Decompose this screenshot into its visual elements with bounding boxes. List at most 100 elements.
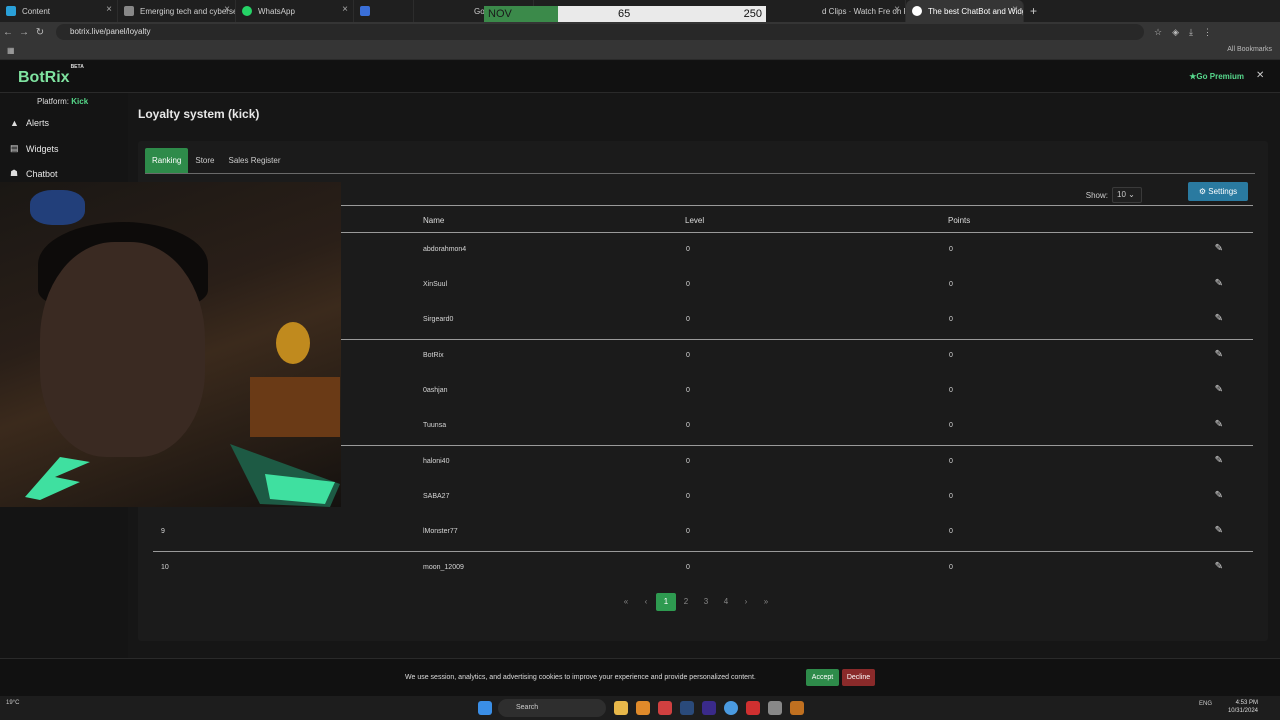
chrome-icon[interactable]: [724, 701, 738, 715]
apps-grid-icon[interactable]: ▦: [7, 46, 15, 55]
tab-label: WhatsApp: [258, 6, 295, 16]
webcam-overlay: [0, 182, 341, 507]
cell-level: 0: [686, 458, 690, 465]
star-icon[interactable]: ☆: [1154, 27, 1162, 38]
browser-tab[interactable]: [354, 0, 414, 22]
back-icon[interactable]: ←: [0, 27, 16, 38]
tab-favicon-icon: [124, 6, 134, 16]
reload-icon[interactable]: ↻: [32, 27, 48, 38]
page-title: Loyalty system (kick): [138, 107, 260, 121]
edit-icon[interactable]: ✎: [1215, 419, 1223, 430]
beta-badge: BETA: [70, 63, 84, 70]
close-icon[interactable]: ×: [224, 4, 230, 15]
edit-icon[interactable]: ✎: [1215, 490, 1223, 501]
page-button-1[interactable]: 1: [656, 593, 676, 611]
edit-icon[interactable]: ✎: [1215, 313, 1223, 324]
menu-icon[interactable]: ⋮: [1203, 27, 1212, 38]
background-object: [30, 190, 85, 225]
cell-name: XinSuul: [423, 281, 448, 288]
tab-label: Emerging tech and cybersecur: [140, 6, 235, 16]
tab-label: Content: [22, 6, 51, 16]
first-page-button[interactable]: «: [616, 593, 636, 611]
close-icon[interactable]: ×: [1012, 4, 1018, 15]
clock-date: 10/31/2024: [1227, 708, 1258, 714]
close-icon[interactable]: ×: [894, 4, 900, 15]
tab-ranking[interactable]: Ranking: [145, 148, 189, 173]
edit-icon[interactable]: ✎: [1215, 525, 1223, 536]
browser-tab-active[interactable]: The best ChatBot and Widgets×: [906, 0, 1024, 22]
decline-cookies-button[interactable]: Decline: [842, 669, 875, 686]
accept-cookies-button[interactable]: Accept: [806, 669, 839, 686]
page-size-select[interactable]: 10 ⌄: [1112, 187, 1142, 203]
app-icon[interactable]: [768, 701, 782, 715]
edit-icon[interactable]: ✎: [1215, 561, 1223, 572]
stream-overlay-bar: NOV 65 250: [484, 6, 766, 22]
browser-tab[interactable]: WhatsApp ×: [236, 0, 354, 22]
app-icon[interactable]: [636, 701, 650, 715]
prev-page-button[interactable]: ‹: [636, 593, 656, 611]
forward-icon[interactable]: →: [16, 27, 32, 38]
steam-icon[interactable]: [680, 701, 694, 715]
logo[interactable]: BotRixBETA: [18, 64, 84, 87]
language-indicator[interactable]: ENG: [1199, 701, 1212, 707]
download-icon[interactable]: ⤓: [1189, 27, 1193, 38]
extension-icon[interactable]: ◈: [1172, 27, 1179, 38]
go-premium-link[interactable]: ★Go Premium: [1189, 72, 1244, 81]
bookmarks-bar: ▦ All Bookmarks: [0, 42, 1280, 60]
cell-points: 0: [949, 422, 953, 429]
address-bar[interactable]: botrix.live/panel/loyalty: [56, 24, 1144, 40]
logo-text: BotRix: [18, 69, 70, 86]
weather-widget[interactable]: 19°C: [6, 700, 19, 706]
folder-icon[interactable]: [614, 701, 628, 715]
browser-tab[interactable]: d Clips · Watch Fre on Ki ×: [816, 0, 906, 22]
collapse-icon[interactable]: ✕: [1256, 70, 1266, 81]
sidebar-item-widgets[interactable]: ▤ Widgets: [10, 143, 59, 154]
clock[interactable]: 4:53 PM 10/31/2024: [1228, 699, 1258, 715]
close-icon[interactable]: ×: [342, 4, 348, 15]
sidebar-item-alerts[interactable]: ▲ Alerts: [10, 118, 49, 128]
sidebar-item-label: Chatbot: [26, 168, 58, 179]
page-button-4[interactable]: 4: [716, 593, 736, 611]
edit-icon[interactable]: ✎: [1215, 384, 1223, 395]
app-icon[interactable]: [790, 701, 804, 715]
browser-tab[interactable]: Emerging tech and cybersecur×: [118, 0, 236, 22]
start-icon[interactable]: [478, 701, 492, 715]
new-tab-icon[interactable]: +: [1030, 4, 1037, 18]
cell-name: 0ashjan: [423, 387, 448, 394]
sidebar-item-chatbot[interactable]: ☗ Chatbot: [10, 168, 58, 179]
cell-level: 0: [686, 564, 690, 571]
cell-name: haloni40: [423, 458, 450, 465]
page-button-2[interactable]: 2: [676, 593, 696, 611]
page-button-3[interactable]: 3: [696, 593, 716, 611]
taskbar-search[interactable]: Search: [498, 699, 606, 717]
edit-icon[interactable]: ✎: [1215, 349, 1223, 360]
brave-icon[interactable]: [658, 701, 672, 715]
cell-points: 0: [949, 387, 953, 394]
close-icon[interactable]: ×: [106, 4, 112, 15]
cell-points: 0: [949, 352, 953, 359]
cell-points: 0: [949, 458, 953, 465]
chevron-down-icon: ⌄: [1128, 190, 1135, 199]
column-header-level: Level: [685, 216, 705, 225]
edit-icon[interactable]: ✎: [1215, 455, 1223, 466]
last-page-button[interactable]: »: [756, 593, 776, 611]
premiere-icon[interactable]: [702, 701, 716, 715]
tab-sales-register[interactable]: Sales Register: [221, 148, 287, 173]
obs-icon[interactable]: [746, 701, 760, 715]
edit-icon[interactable]: ✎: [1215, 243, 1223, 254]
warning-icon: ▲: [10, 118, 19, 128]
tab-store[interactable]: Store: [188, 148, 221, 173]
all-bookmarks-link[interactable]: All Bookmarks: [1227, 46, 1272, 53]
pagination: « ‹ 1 2 3 4 › »: [616, 593, 776, 611]
edit-icon[interactable]: ✎: [1215, 278, 1223, 289]
sidebar-item-label: Widgets: [26, 143, 59, 154]
page-size-value: 10: [1117, 190, 1126, 199]
tab-favicon-icon: [360, 6, 370, 16]
cookie-text: We use session, analytics, and advertisi…: [405, 674, 756, 681]
settings-button[interactable]: ⚙ Settings: [1188, 182, 1248, 201]
next-page-button[interactable]: ›: [736, 593, 756, 611]
top-navbar: BotRixBETA ★Go Premium ✕: [0, 61, 1280, 93]
browser-tab[interactable]: Content ×: [0, 0, 118, 22]
sidebar-item-label: Alerts: [26, 118, 50, 128]
column-header-name: Name: [423, 216, 445, 225]
